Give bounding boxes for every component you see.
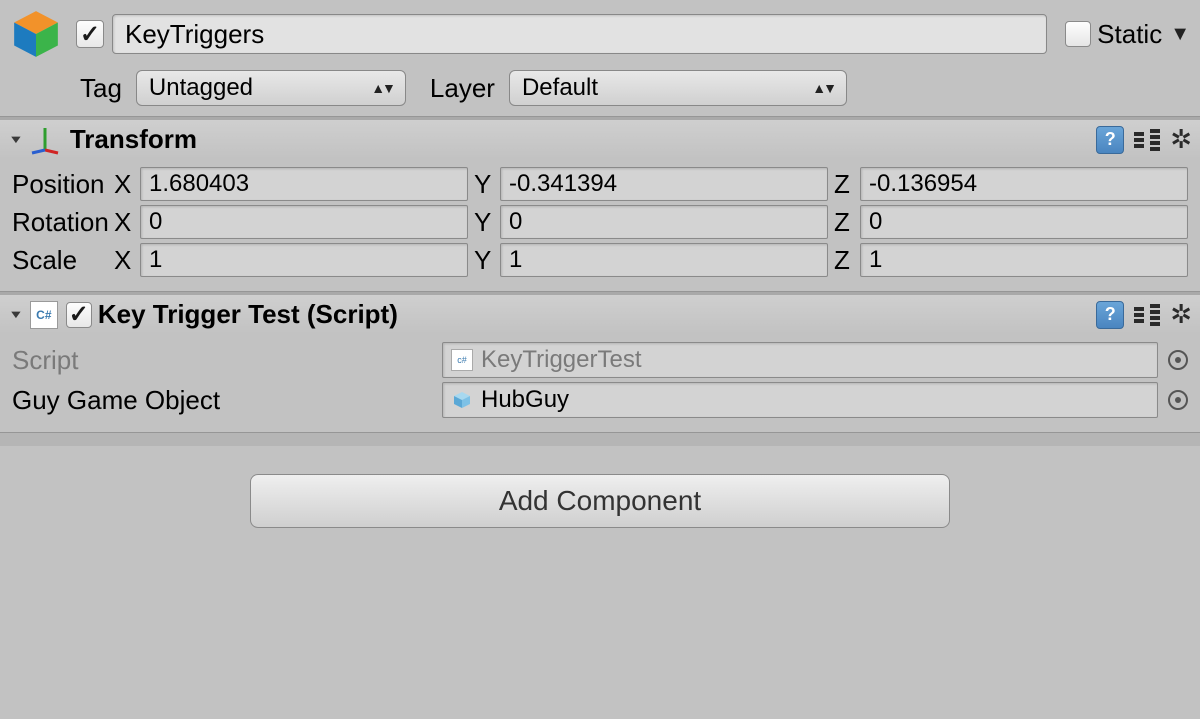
rotation-label: Rotation [12,207,114,238]
rotation-z-input[interactable] [860,205,1188,239]
scale-x-input[interactable] [140,243,468,277]
script-component-title: Key Trigger Test (Script) [98,299,398,330]
transform-title: Transform [70,124,197,155]
component-controls: ? ✲ [1096,124,1192,155]
script-field-row: Script c# KeyTriggerTest [12,342,1188,378]
add-component-button[interactable]: Add Component [250,474,950,528]
script-component: ▼ C# Key Trigger Test (Script) ? ✲ Scrip… [0,295,1200,432]
rotation-y-input[interactable] [500,205,828,239]
position-x-input[interactable] [140,167,468,201]
gear-icon[interactable]: ✲ [1170,299,1192,330]
position-row: Position X Y Z [12,167,1188,201]
preset-icon[interactable] [1134,304,1160,326]
tag-dropdown[interactable]: Untagged ▲▼ [136,70,406,106]
tag-value: Untagged [149,74,253,102]
separator [0,432,1200,446]
object-name-input[interactable] [112,14,1047,54]
script-component-body: Script c# KeyTriggerTest Guy Game Object… [0,334,1200,432]
position-y-input[interactable] [500,167,828,201]
dropdown-arrows-icon: ▲▼ [371,80,393,96]
active-checkbox[interactable] [76,20,104,48]
script-component-header[interactable]: ▼ C# Key Trigger Test (Script) ? ✲ [0,295,1200,334]
static-group: Static ▼ [1065,19,1190,50]
script-field-label: Script [12,345,442,376]
scale-y-input[interactable] [500,243,828,277]
static-dropdown-arrow-icon[interactable]: ▼ [1170,23,1190,46]
rotation-row: Rotation X Y Z [12,205,1188,239]
scale-z-input[interactable] [860,243,1188,277]
component-controls: ? ✲ [1096,299,1192,330]
preset-icon[interactable] [1134,129,1160,151]
object-picker-icon[interactable] [1168,350,1188,370]
gameobject-cube-icon [10,8,62,60]
layer-value: Default [522,74,598,102]
guy-field[interactable]: HubGuy [442,382,1158,418]
layer-dropdown[interactable]: Default ▲▼ [509,70,847,106]
help-icon[interactable]: ? [1096,126,1124,154]
object-picker-icon[interactable] [1168,390,1188,410]
guy-field-label: Guy Game Object [12,385,442,416]
position-z-input[interactable] [860,167,1188,201]
static-label: Static [1097,19,1162,50]
scale-row: Scale X Y Z [12,243,1188,277]
csharp-script-icon: C# [30,301,58,329]
tag-label: Tag [80,73,122,104]
script-field[interactable]: c# KeyTriggerTest [442,342,1158,378]
axis-x-label: X [114,169,134,200]
axis-y-label: Y [474,169,494,200]
transform-header[interactable]: ▼ Transform ? ✲ [0,120,1200,159]
rotation-x-input[interactable] [140,205,468,239]
position-label: Position [12,169,114,200]
foldout-icon: ▼ [8,133,24,146]
transform-body: Position X Y Z Rotation X Y Z Scale X Y … [0,159,1200,291]
component-enabled-checkbox[interactable] [66,302,92,328]
inspector-footer: Add Component [0,446,1200,578]
axis-z-label: Z [834,169,854,200]
inspector-header: Static ▼ Tag Untagged ▲▼ Layer Default ▲… [0,0,1200,116]
prefab-cube-icon [451,389,473,411]
scale-label: Scale [12,245,114,276]
transform-component: ▼ Transform ? ✲ Position X Y Z Rotation [0,120,1200,291]
help-icon[interactable]: ? [1096,301,1124,329]
script-field-value: KeyTriggerTest [481,346,642,374]
layer-label: Layer [430,73,495,104]
header-top-row: Static ▼ [10,8,1190,60]
header-bottom-row: Tag Untagged ▲▼ Layer Default ▲▼ [10,70,1190,106]
dropdown-arrows-icon: ▲▼ [812,80,834,96]
foldout-icon: ▼ [8,308,24,321]
csharp-mini-icon: c# [451,349,473,371]
static-checkbox[interactable] [1065,21,1091,47]
transform-icon [30,125,60,155]
gear-icon[interactable]: ✲ [1170,124,1192,155]
guy-field-value: HubGuy [481,386,569,414]
guy-field-row: Guy Game Object HubGuy [12,382,1188,418]
